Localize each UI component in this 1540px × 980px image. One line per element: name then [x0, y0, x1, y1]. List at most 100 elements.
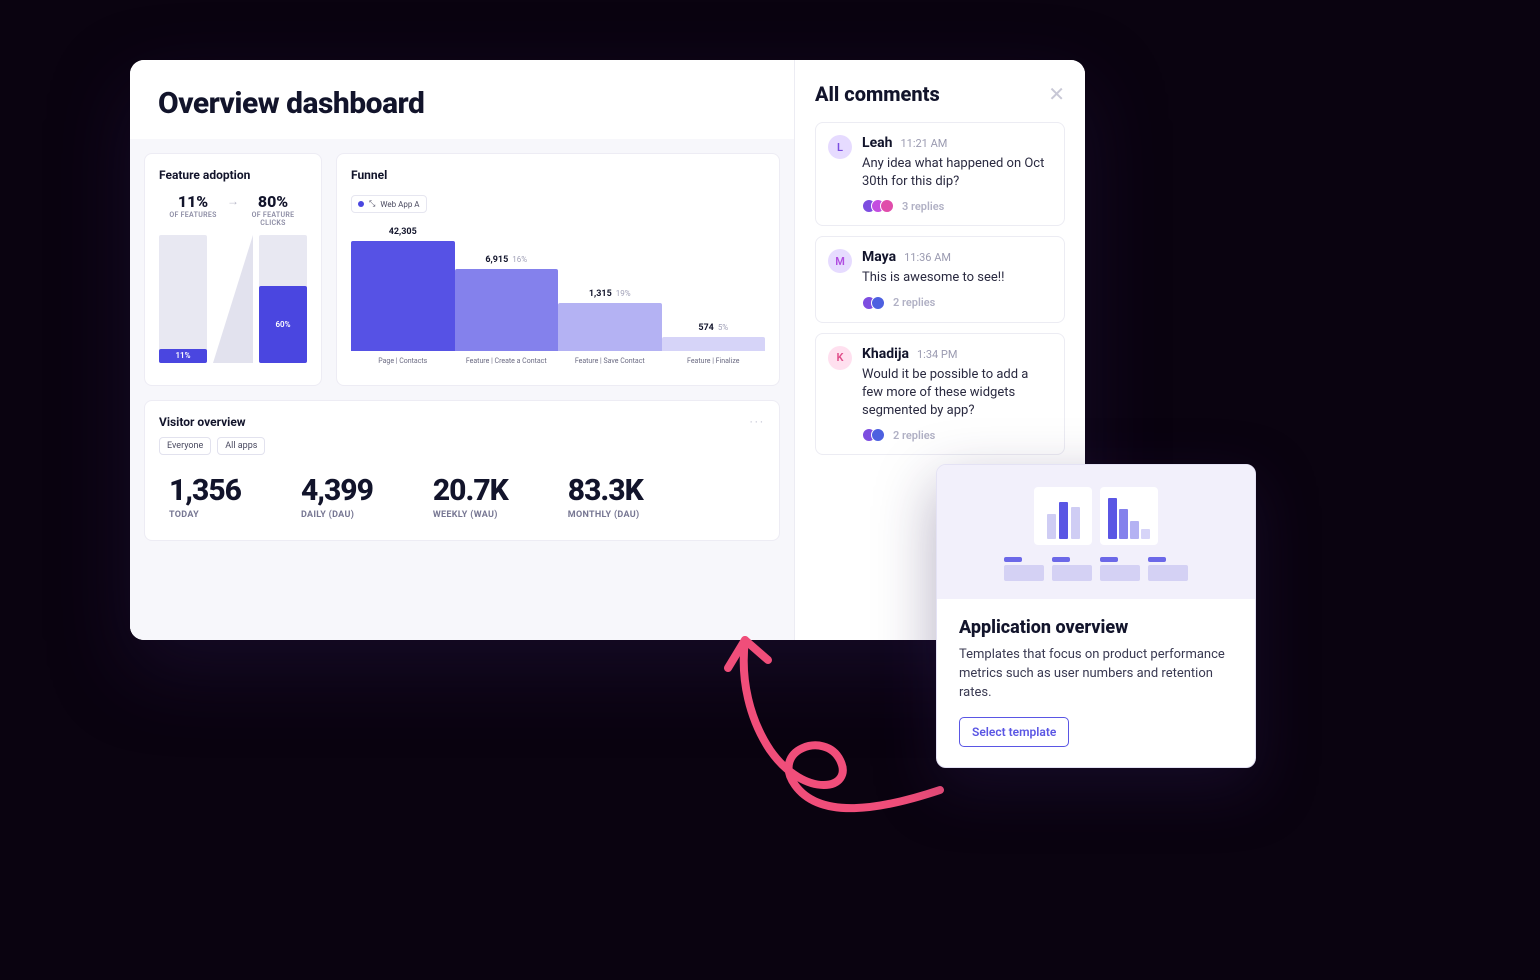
funnel-step: 1,315 19% Feature | Save Contact	[558, 289, 662, 371]
funnel-bar	[455, 269, 559, 351]
funnel-step: 42,305 Page | Contacts	[351, 227, 455, 371]
comments-list: L Leah11:21 AM Any idea what happened on O…	[815, 122, 1065, 465]
funnel-chart: 42,305 Page | Contacts 6,91516% Feature | C…	[351, 221, 765, 371]
funnel-step-label: Feature | Finalize	[687, 357, 739, 371]
dashboard-header: Overview dashboard	[130, 60, 794, 139]
reply-avatars	[862, 296, 885, 310]
adoption-left-sublabel: OF FEATURES	[159, 211, 227, 219]
arrow-right-icon: →	[227, 192, 239, 208]
comment-text: Any idea what happened on Oct 30th for t…	[862, 155, 1052, 191]
avatar: L	[828, 135, 852, 159]
comment[interactable]: MMaya11:36 AMThis is awesome to see!!2 r…	[815, 236, 1065, 322]
card-title: Funnel	[351, 168, 765, 182]
funnel-step: 6,91516% Feature | Create a Contact	[455, 255, 559, 371]
mini-chart-funnel-icon	[1100, 487, 1158, 545]
template-description: Templates that focus on product performa…	[959, 646, 1233, 703]
comment-author: Leah	[862, 135, 892, 151]
funnel-bar	[351, 241, 455, 351]
visitor-stat: 1,356TODAY	[169, 473, 241, 520]
filter-chip[interactable]: Everyone	[159, 437, 211, 455]
funnel-step-label: Feature | Create a Contact	[466, 357, 547, 371]
reply-count: 2 replies	[893, 296, 935, 309]
visitor-overview-card[interactable]: Visitor overview ··· Everyone All apps 1,…	[144, 400, 780, 541]
comment[interactable]: KKhadija1:34 PMWould it be possible to a…	[815, 333, 1065, 456]
reply-avatars	[862, 199, 894, 213]
funnel-legend[interactable]: ⤡ Web App A	[351, 195, 427, 213]
comments-header: All comments ✕	[815, 82, 1065, 106]
funnel-value: 42,305	[389, 227, 417, 237]
visitor-filters: Everyone All apps	[159, 437, 765, 455]
filter-chip[interactable]: All apps	[217, 437, 265, 455]
comment-header: Maya 11:36 AM	[862, 249, 1052, 265]
template-title: Application overview	[959, 617, 1233, 638]
funnel-value: 1,315	[589, 289, 612, 299]
funnel-card[interactable]: Funnel ⤡ Web App A 42,305 Page | Contacts…	[336, 153, 780, 386]
comment-time: 1:34 PM	[917, 348, 957, 361]
adoption-right-pct: 80%	[239, 192, 307, 211]
adoption-bar-right: 60%	[259, 235, 307, 363]
adoption-left-pct: 11%	[159, 192, 227, 211]
funnel-pct: 19%	[616, 289, 631, 298]
stat-value: 20.7K	[433, 473, 508, 508]
stat-label: MONTHLY (DAU)	[568, 510, 643, 520]
reply-avatars	[862, 428, 885, 442]
reply-avatar-icon	[880, 199, 894, 213]
stat-value: 1,356	[169, 473, 241, 508]
dashboard-panel: Overview dashboard Feature adoption 11% …	[130, 60, 795, 640]
feature-adoption-chart: 11% 60%	[159, 235, 307, 363]
funnel-value: 574	[698, 323, 714, 333]
funnel-step-label: Page | Contacts	[378, 357, 427, 371]
visitor-header: Visitor overview ···	[159, 415, 765, 429]
adoption-right-sublabel: OF FEATURE CLICKS	[239, 211, 307, 227]
reply-count: 3 replies	[902, 200, 944, 213]
more-menu-icon[interactable]: ···	[750, 415, 765, 429]
replies-row[interactable]: 2 replies	[862, 428, 1052, 442]
stat-label: DAILY (DAU)	[301, 510, 373, 520]
funnel-value-row: 1,315 19%	[558, 289, 662, 299]
visitor-stat: 20.7KWEEKLY (WAU)	[433, 473, 508, 520]
comment-time: 11:36 AM	[904, 251, 951, 264]
comment-header: Leah11:21 AM	[862, 135, 1052, 151]
funnel-value: 6,915	[485, 255, 508, 265]
comment-body: Khadija1:34 PMWould it be possible to ad…	[862, 346, 1052, 443]
template-body: Application overview Templates that focu…	[937, 599, 1255, 767]
close-icon[interactable]: ✕	[1048, 84, 1065, 104]
template-preview-row-2	[959, 557, 1233, 581]
adoption-bar-right-label: 60%	[275, 320, 290, 329]
funnel-step: 574 5% Feature | Finalize	[662, 323, 766, 371]
page-title: Overview dashboard	[158, 86, 766, 121]
funnel-pct: 5%	[718, 323, 728, 332]
comment-author: Khadija	[862, 346, 909, 362]
comment-body: Leah11:21 AM Any idea what happened on Oc…	[862, 135, 1052, 213]
comment-author: Maya	[862, 249, 896, 265]
adoption-left: 11% OF FEATURES	[159, 192, 227, 219]
adoption-connector	[213, 235, 253, 363]
funnel-step-label: Feature | Save Contact	[575, 357, 645, 371]
comments-title: All comments	[815, 82, 940, 106]
adoption-bar-left: 11%	[159, 235, 207, 363]
stat-value: 83.3K	[568, 473, 643, 508]
funnel-bar	[558, 303, 662, 351]
template-preview-row-1	[1034, 487, 1158, 545]
funnel-value-row: 574 5%	[662, 323, 766, 333]
adoption-bar-left-fill: 11%	[159, 349, 207, 363]
funnel-value-row: 6,91516%	[455, 255, 559, 265]
funnel-bar	[662, 337, 766, 351]
visitor-stats: 1,356TODAY4,399DAILY (DAU)20.7KWEEKLY (W…	[159, 469, 765, 526]
feature-adoption-summary: 11% OF FEATURES → 80% OF FEATURE CLICKS	[159, 192, 307, 227]
card-title: Feature adoption	[159, 168, 307, 182]
comment-header: Khadija 1:34 PM	[862, 346, 1052, 362]
replies-row[interactable]: 3 replies	[862, 199, 1052, 213]
funnel-value-row: 42,305	[351, 227, 455, 237]
select-template-button[interactable]: Select template	[959, 717, 1069, 747]
visitor-stat: 83.3K MONTHLY (DAU)	[568, 473, 643, 520]
reply-avatar-icon	[871, 296, 885, 310]
replies-row[interactable]: 2 replies	[862, 296, 1052, 310]
adoption-bar-left-label: 11%	[175, 351, 190, 360]
adoption-bar-right-fill: 60%	[259, 286, 307, 363]
cards-area: Feature adoption 11% OF FEATURES → 80% O…	[130, 139, 794, 640]
feature-adoption-card[interactable]: Feature adoption 11% OF FEATURES → 80% O…	[144, 153, 322, 386]
comment[interactable]: L Leah11:21 AM Any idea what happened on O…	[815, 122, 1065, 226]
cursor-icon: ⤡	[369, 199, 375, 209]
avatar: M	[828, 249, 852, 273]
